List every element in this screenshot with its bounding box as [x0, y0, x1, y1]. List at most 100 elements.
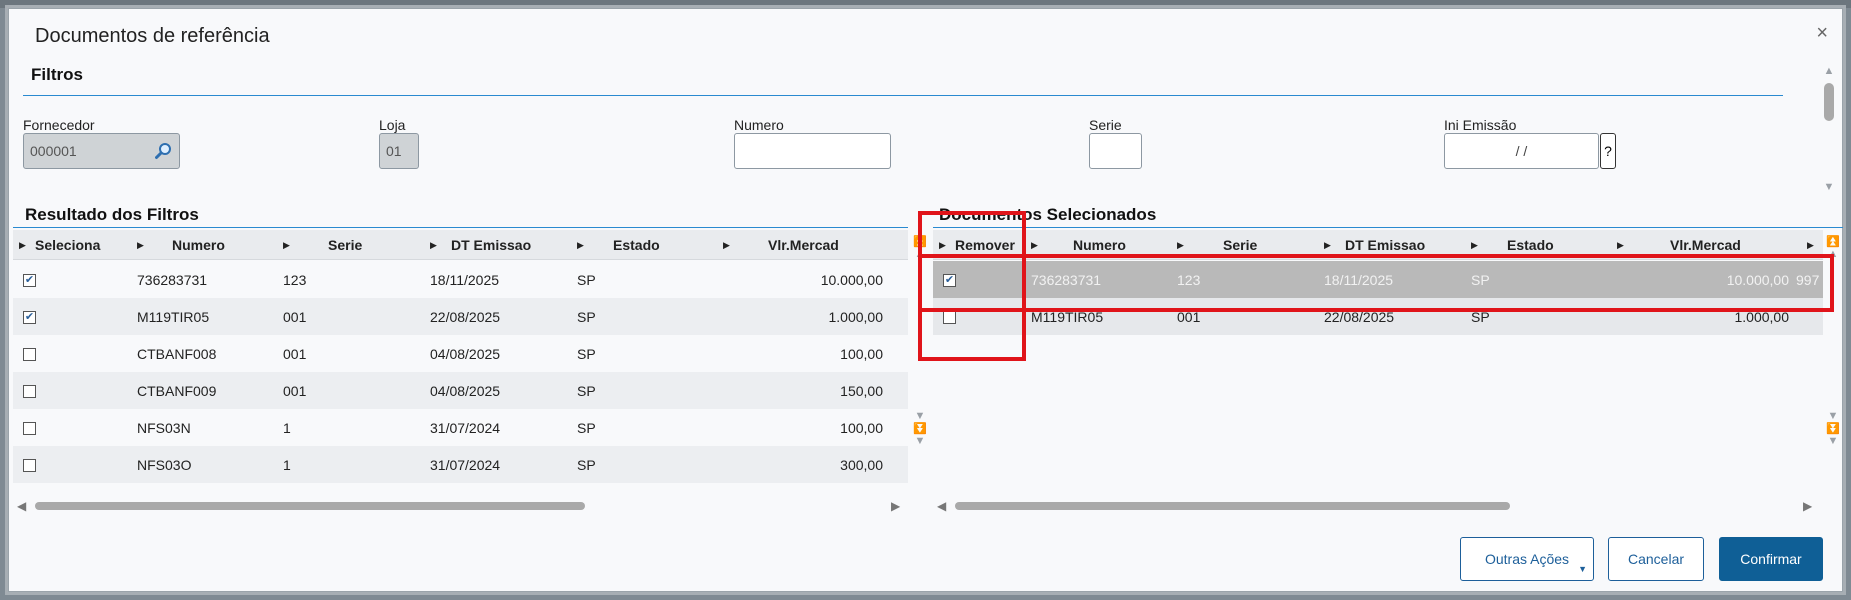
serie-field[interactable]	[1089, 133, 1142, 169]
table-row-selected[interactable]: ✔ 736283731 123 18/11/2025 SP 10.000,00 …	[933, 261, 1823, 298]
row-checkbox[interactable]	[23, 422, 36, 435]
table-row[interactable]: ✔ 736283731 123 18/11/2025 SP 10.000,00	[13, 261, 908, 298]
ini-emissao-help-button[interactable]: ?	[1600, 133, 1616, 169]
reference-documents-dialog: Documentos de referência × Filtros Forne…	[8, 8, 1843, 592]
cell-numero: CTBANF009	[137, 382, 217, 399]
table-row[interactable]: M119TIR05 001 22/08/2025 SP 1.000,00	[933, 298, 1823, 335]
column-arrow-icon[interactable]: ▶	[19, 230, 26, 260]
table-row[interactable]: CTBANF009 001 04/08/2025 SP 150,00	[13, 372, 908, 409]
ini-emissao-field[interactable]: / /	[1444, 133, 1599, 169]
col-serie[interactable]: Serie	[328, 230, 362, 260]
scroll-right-icon[interactable]: ▶	[891, 499, 900, 513]
column-arrow-icon[interactable]: ▶	[939, 230, 946, 260]
cell-numero: 736283731	[137, 271, 208, 288]
table-row[interactable]: CTBANF008 001 04/08/2025 SP 100,00	[13, 335, 908, 372]
scroll-bottom-icon[interactable]: ⏬	[1826, 422, 1840, 435]
loja-label: Loja	[379, 117, 406, 133]
column-arrow-icon[interactable]: ▶	[1177, 230, 1184, 260]
col-vlr-mercad[interactable]: Vlr.Mercad	[1670, 230, 1741, 260]
cell-vlr-mercad: 10.000,00	[1726, 271, 1789, 288]
column-arrow-icon[interactable]: ▶	[1617, 230, 1624, 260]
row-checkbox[interactable]	[23, 385, 36, 398]
confirmar-label: Confirmar	[1740, 551, 1802, 567]
numero-field[interactable]	[734, 133, 891, 169]
cell-vlr-mercad: 1.000,00	[828, 308, 884, 325]
outras-acoes-button[interactable]: Outras Ações ▼	[1460, 537, 1594, 581]
fornecedor-field[interactable]: 000001	[23, 133, 180, 169]
cell-estado: SP	[577, 419, 596, 436]
col-vlr-mercad[interactable]: Vlr.Mercad	[768, 230, 839, 260]
cell-vlr-mercad: 100,00	[840, 419, 883, 436]
scroll-thumb[interactable]	[955, 502, 1510, 510]
table-row[interactable]: NFS03O 1 31/07/2024 SP 300,00	[13, 446, 908, 483]
scroll-up-icon[interactable]: ▲	[1824, 65, 1835, 77]
column-arrow-icon[interactable]: ▶	[137, 230, 144, 260]
col-estado[interactable]: Estado	[613, 230, 660, 260]
column-arrow-icon[interactable]: ▶	[1471, 230, 1478, 260]
col-numero[interactable]: Numero	[1073, 230, 1126, 260]
confirmar-button[interactable]: Confirmar	[1719, 537, 1823, 581]
scroll-top-icon[interactable]: ⏫	[913, 235, 927, 248]
cell-estado: SP	[577, 308, 596, 325]
filters-divider	[23, 95, 1783, 96]
col-numero[interactable]: Numero	[172, 230, 225, 260]
col-remover[interactable]: Remover	[955, 230, 1015, 260]
column-arrow-icon[interactable]: ▶	[723, 230, 730, 260]
column-arrow-icon[interactable]: ▶	[1324, 230, 1331, 260]
scroll-left-icon[interactable]: ◀	[17, 499, 26, 513]
col-serie[interactable]: Serie	[1223, 230, 1257, 260]
scroll-right-icon[interactable]: ▶	[1803, 499, 1812, 513]
scroll-up-icon[interactable]: ▲	[915, 248, 926, 260]
scroll-down-icon[interactable]: ▼	[915, 410, 926, 422]
col-dt-emissao[interactable]: DT Emissao	[451, 230, 531, 260]
column-arrow-icon[interactable]: ▶	[1807, 230, 1814, 260]
loja-field[interactable]: 01	[379, 133, 419, 169]
row-checkbox[interactable]: ✔	[23, 274, 36, 287]
scroll-thumb[interactable]	[35, 502, 585, 510]
scroll-bottom-icon[interactable]: ⏬	[913, 422, 927, 435]
scroll-down-icon[interactable]: ▼	[1828, 435, 1839, 447]
cell-dt-emissao: 18/11/2025	[1324, 271, 1394, 288]
scroll-down-icon[interactable]: ▼	[1828, 410, 1839, 422]
row-checkbox[interactable]	[23, 348, 36, 361]
scroll-thumb[interactable]	[1824, 83, 1834, 121]
cell-vlr-mercad: 1.000,00	[1734, 308, 1790, 325]
cell-dt-emissao: 22/08/2025	[430, 308, 501, 325]
results-divider	[13, 227, 908, 228]
serie-label: Serie	[1089, 117, 1122, 133]
cell-serie: 001	[283, 382, 307, 399]
selected-vertical-scrollbar[interactable]: ⏫ ▲ ▼ ⏬ ▼	[1824, 235, 1842, 499]
scroll-down-icon[interactable]: ▼	[915, 435, 926, 447]
selected-horizontal-scrollbar[interactable]: ◀ ▶	[933, 499, 1823, 513]
scroll-up-icon[interactable]: ▲	[1828, 248, 1839, 260]
scroll-down-icon[interactable]: ▼	[1824, 181, 1835, 193]
col-estado[interactable]: Estado	[1507, 230, 1554, 260]
results-horizontal-scrollbar[interactable]: ◀ ▶	[13, 499, 908, 513]
row-checkbox[interactable]: ✔	[23, 311, 36, 324]
cell-numero: CTBANF008	[137, 345, 217, 362]
col-seleciona[interactable]: Seleciona	[35, 230, 100, 260]
scroll-top-icon[interactable]: ⏫	[1826, 235, 1840, 248]
cancelar-button[interactable]: Cancelar	[1608, 537, 1704, 581]
remove-checkbox[interactable]: ✔	[943, 274, 956, 287]
column-arrow-icon[interactable]: ▶	[283, 230, 290, 260]
cell-dt-emissao: 04/08/2025	[430, 345, 501, 362]
cell-dt-emissao: 31/07/2024	[430, 456, 501, 473]
col-dt-emissao[interactable]: DT Emissao	[1345, 230, 1425, 260]
column-arrow-icon[interactable]: ▶	[577, 230, 584, 260]
scroll-left-icon[interactable]: ◀	[937, 499, 946, 513]
search-icon[interactable]	[155, 142, 173, 160]
row-checkbox[interactable]	[23, 459, 36, 472]
cell-dt-emissao: 22/08/2025	[1324, 308, 1395, 325]
cell-numero: NFS03O	[137, 456, 192, 473]
dialog-vertical-scrollbar[interactable]: ▲ ▼	[1820, 65, 1838, 195]
results-vertical-scrollbar[interactable]: ⏫ ▲ ▼ ⏬ ▼	[911, 235, 929, 499]
column-arrow-icon[interactable]: ▶	[1031, 230, 1038, 260]
results-title: Resultado dos Filtros	[25, 205, 199, 224]
remove-checkbox[interactable]	[943, 311, 956, 324]
column-arrow-icon[interactable]: ▶	[430, 230, 437, 260]
table-row[interactable]: NFS03N 1 31/07/2024 SP 100,00	[13, 409, 908, 446]
close-icon[interactable]: ×	[1816, 23, 1828, 43]
table-row[interactable]: ✔ M119TIR05 001 22/08/2025 SP 1.000,00	[13, 298, 908, 335]
cell-serie: 001	[283, 345, 307, 362]
